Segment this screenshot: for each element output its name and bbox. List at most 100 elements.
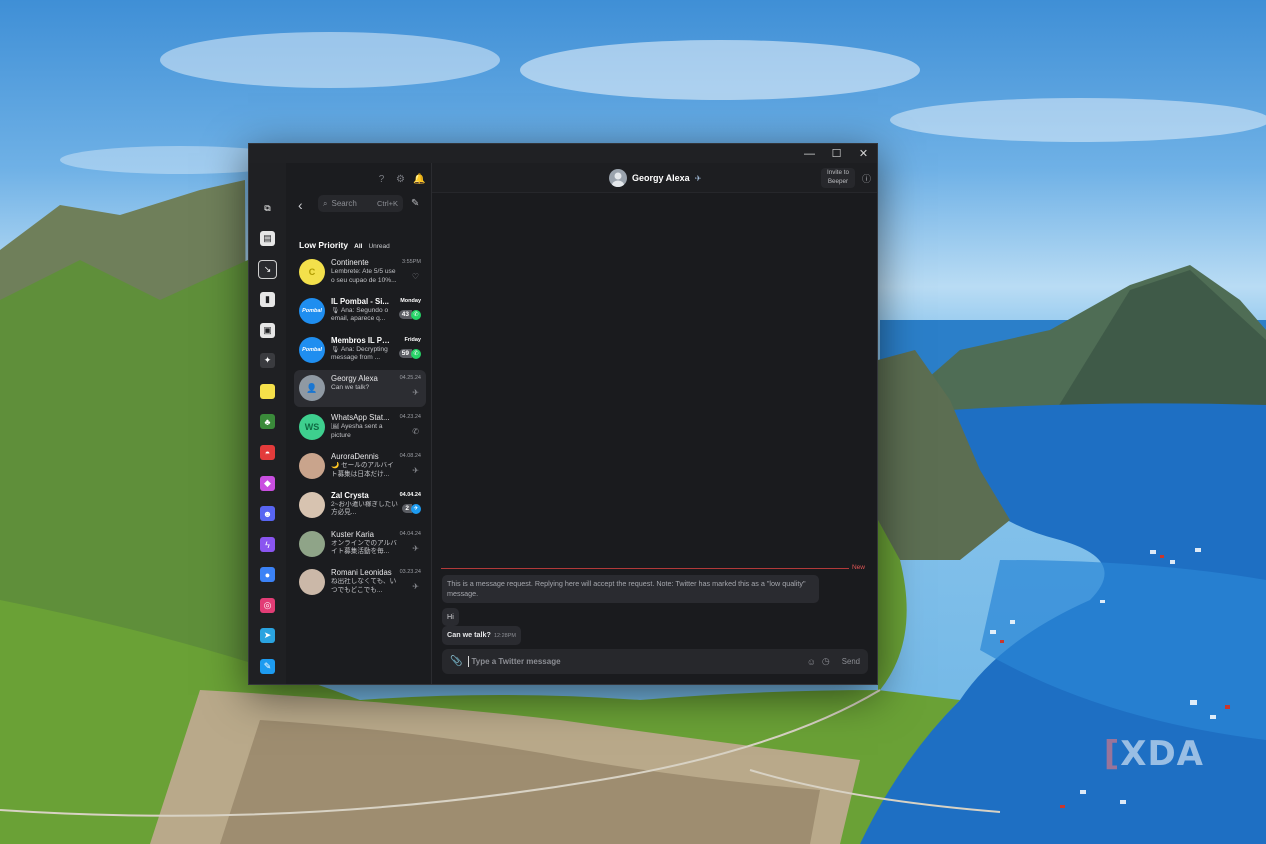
info-icon[interactable]: ⓘ — [862, 172, 871, 185]
unread-badge: 43 ✆ — [398, 309, 421, 320]
chat-bubbles-icon[interactable]: ▤ — [260, 231, 275, 246]
chat-avatar: Pombal — [299, 336, 325, 363]
chat-list-item[interactable]: C Continente 3:55PM Lembrete: Ate 5/5 use o… — [294, 254, 426, 291]
chat-time: 3:55PM — [402, 259, 421, 265]
chat-list-pane: ? ⚙ 🔔 ‹ ⌕ Search Ctrl+K ✎ Low Priority A… — [286, 163, 432, 684]
chat-preview: 🌙 セールのアルバイト募集は日本だけ... — [331, 462, 394, 478]
chat-preview: 🎙 Ana: Segundo o email, aparece q... — [331, 306, 389, 323]
avatar-space-icon[interactable]: ✦ — [260, 353, 275, 368]
title-bar: — ☐ ✕ — [249, 144, 877, 163]
back-chevron-icon[interactable]: ‹ — [298, 197, 303, 213]
telegram-icon[interactable]: ➤ — [260, 628, 275, 643]
message-input[interactable]: Type a Twitter message — [468, 656, 800, 667]
network-icon: ✈ — [411, 503, 421, 514]
search-icon: ⌕ — [323, 198, 328, 208]
chat-avatar — [299, 569, 325, 596]
conversation-header: Georgy Alexa ✈ Invite to Beeper ⓘ — [432, 163, 877, 193]
network-icon: ✆ — [412, 427, 419, 437]
help-icon[interactable]: ? — [376, 174, 387, 185]
bookmark-icon[interactable]: ▮ — [260, 292, 275, 307]
chat-list-item[interactable]: Pombal IL Pombal - Si... Monday 🎙 Ana: Segu… — [294, 293, 426, 330]
chat-time: Monday — [400, 297, 421, 304]
chat-time: 04.04.24 — [399, 491, 421, 498]
network-icon: ✆ — [411, 309, 421, 320]
chat-time: Friday — [404, 336, 421, 343]
settings-gear-icon[interactable]: ⚙ — [395, 174, 406, 185]
close-button[interactable]: ✕ — [850, 144, 877, 163]
emoji-icon[interactable]: ☺ — [807, 657, 816, 667]
twitter-icon[interactable]: ✎ — [260, 659, 275, 674]
message-bubble[interactable]: Hi — [442, 608, 459, 626]
chat-avatar: 👤 — [299, 375, 325, 402]
chat-preview: 🎙 Ana: Decrypting message from ... — [331, 345, 388, 362]
conversation-pane: Georgy Alexa ✈ Invite to Beeper ⓘ New Th… — [432, 163, 877, 684]
peer-info[interactable]: Georgy Alexa ✈ — [609, 169, 701, 187]
chat-list-item[interactable]: 👤 Georgy Alexa 04.25.24 Can we talk? ✈ — [294, 370, 426, 408]
send-button[interactable]: Send — [842, 657, 860, 666]
chat-name: AuroraDennis — [331, 452, 379, 461]
peer-name: Georgy Alexa — [632, 173, 690, 183]
section-title: Low Priority — [299, 240, 349, 250]
invite-to-beeper-button[interactable]: Invite to Beeper — [821, 168, 855, 188]
message-text: Can we talk? — [447, 630, 491, 639]
chat-time: 03.23.24 — [399, 569, 421, 576]
chat-list-item[interactable]: Pombal Membros IL Pom... Friday 🎙 Ana: Decr… — [294, 332, 426, 369]
unread-badge: 59 ✆ — [398, 348, 421, 359]
chat-list-item[interactable]: Kuster Karia 04.04.24 オンラインでのアルバイト募集活動を毎..… — [294, 526, 426, 563]
chat-name: Georgy Alexa — [331, 374, 378, 384]
message-bubble[interactable]: Can we talk? 12:28PM — [442, 626, 521, 645]
section-header: Low Priority All Unread — [299, 240, 390, 250]
chat-preview: Can we talk? — [331, 384, 370, 392]
chat-list-item[interactable]: Zal Crysta 04.04.24 2~お小遣い稼ぎしたい方必見... 2 ✈ — [294, 487, 426, 524]
chat-preview: オンラインでのアルバイト募集活動を毎... — [331, 539, 397, 556]
inbox-icon[interactable]: ↘ — [258, 260, 277, 279]
instagram-icon[interactable]: ◎ — [260, 598, 275, 613]
chat-name: WhatsApp Stat... — [331, 413, 390, 423]
chat-name: Romani Leonidas — [331, 568, 392, 578]
search-input[interactable]: ⌕ Search Ctrl+K — [318, 195, 403, 212]
filter-all[interactable]: All — [354, 243, 362, 250]
chat-avatar — [299, 453, 325, 479]
image-icon[interactable]: ▣ — [260, 323, 275, 338]
chat-time: 04.23.24 — [399, 414, 421, 421]
layers-icon[interactable]: ⧉ — [260, 201, 275, 216]
discord-icon[interactable]: ☻ — [260, 506, 275, 521]
beeper-icon[interactable]: ◆ — [260, 476, 275, 491]
chat-name: IL Pombal - Si... — [331, 296, 389, 306]
chat-time: 04.25.24 — [399, 375, 421, 382]
unread-count: 59 — [398, 349, 412, 359]
chat-preview: 2~お小遣い稼ぎしたい方必見... — [331, 500, 398, 517]
schedule-clock-icon[interactable]: ◷ — [822, 656, 830, 667]
pokeball-icon[interactable]: ◓ — [260, 445, 275, 460]
chat-name: Kuster Karia — [331, 529, 374, 539]
network-icon: ✈ — [412, 466, 419, 475]
chat-avatar — [299, 530, 325, 557]
beeper-window: — ☐ ✕ ⧉ ▤ ↘ ▮ ▣ ✦ ♣ ◓ ◆ ☻ ϟ ● ◎ ➤ ✎ ? ⚙ 🔔 ‹ ⌕ Search C… — [248, 143, 878, 685]
top-actions: ? ⚙ 🔔 — [376, 174, 426, 185]
yellow-square-icon[interactable] — [260, 384, 275, 399]
account-rail: ⧉ ▤ ↘ ▮ ▣ ✦ ♣ ◓ ◆ ☻ ϟ ● ◎ ➤ ✎ — [249, 163, 286, 684]
new-messages-divider — [441, 568, 849, 569]
twitter-network-icon: ✈ — [694, 173, 702, 183]
chat-preview: ね出社しなくても、いつでもどこでも... — [331, 578, 397, 594]
filter-unread[interactable]: Unread — [368, 243, 389, 250]
compose-icon[interactable]: ✎ — [411, 198, 419, 209]
new-label: New — [851, 564, 865, 571]
chat-time: 04.08.24 — [399, 453, 421, 459]
attach-paperclip-icon[interactable]: 📎 — [450, 656, 462, 667]
messenger-icon[interactable]: ϟ — [260, 537, 275, 552]
chat-list-item[interactable]: Romani Leonidas 03.23.24 ね出社しなくても、いつでもどこでも… — [294, 564, 426, 601]
chat-list-item[interactable]: AuroraDennis 04.08.24 🌙 セールのアルバイト募集は日本だけ..… — [294, 448, 426, 485]
green-game-icon[interactable]: ♣ — [260, 414, 275, 429]
maximize-button[interactable]: ☐ — [823, 144, 850, 163]
google-messages-icon[interactable]: ● — [260, 567, 275, 582]
minimize-button[interactable]: — — [796, 144, 823, 163]
peer-avatar — [609, 169, 627, 187]
notifications-bell-icon[interactable]: 🔔 — [413, 174, 425, 185]
network-icon: ✈ — [412, 582, 419, 592]
message-composer: 📎 Type a Twitter message ☺ ◷ Send — [442, 649, 868, 674]
network-icon: ✆ — [411, 348, 421, 359]
chat-avatar: WS — [299, 414, 325, 441]
network-icon: ✈ — [412, 388, 419, 398]
chat-list-item[interactable]: WS WhatsApp Stat... 04.23.24 🖼 Ayesha sent … — [294, 409, 426, 446]
